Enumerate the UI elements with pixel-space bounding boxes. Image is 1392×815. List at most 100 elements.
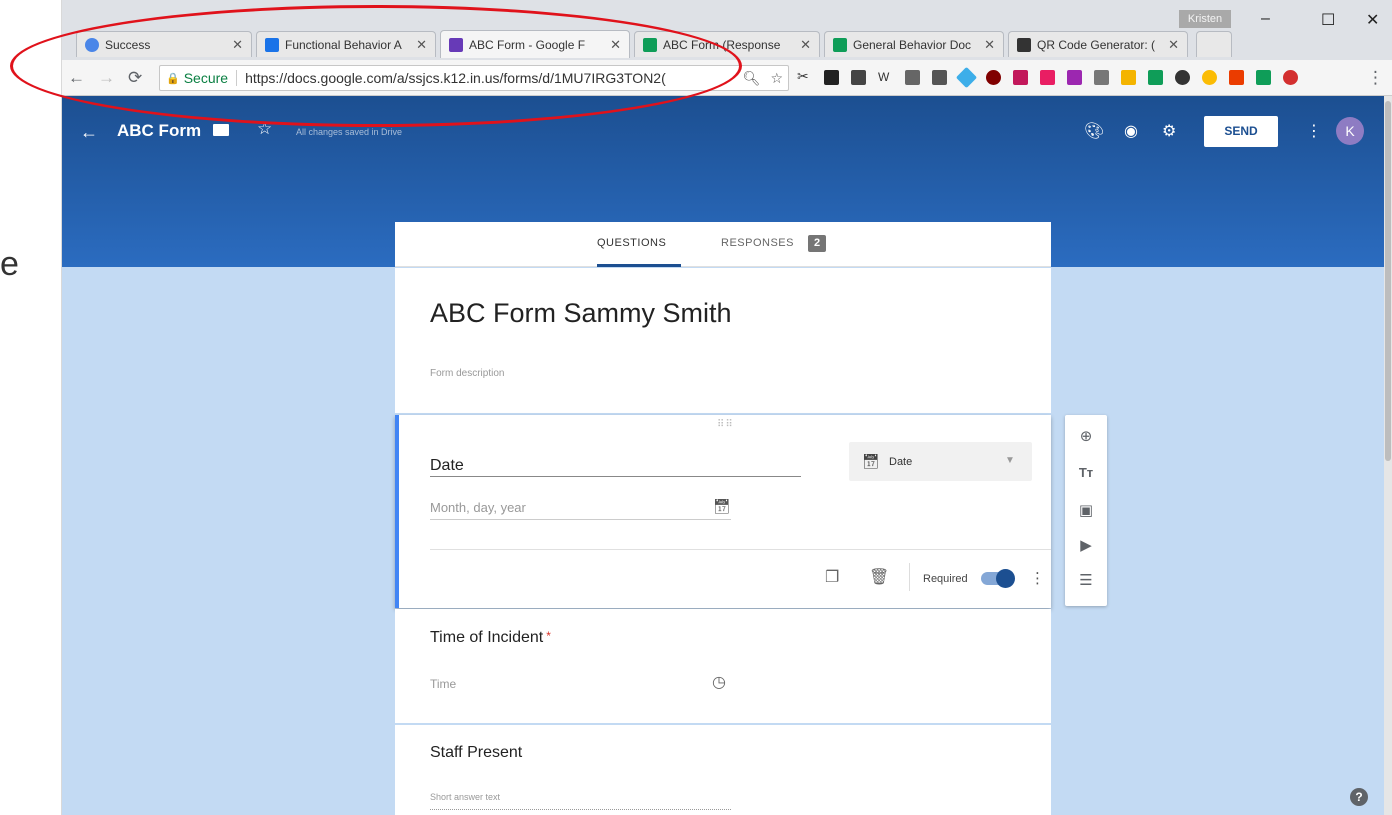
required-toggle-knob[interactable] (996, 569, 1015, 588)
question-type-select[interactable]: 📅︎ Date ▼ (849, 442, 1032, 481)
new-badge-icon[interactable] (824, 70, 839, 85)
close-tab-icon[interactable]: ✕ (610, 37, 621, 53)
footer-divider (909, 563, 910, 591)
folder-icon[interactable] (213, 124, 229, 136)
forward-icon[interactable]: → (98, 68, 115, 88)
zoom-icon[interactable]: 🔍︎ (743, 70, 761, 87)
more-vert-icon[interactable]: ⋮ (1030, 569, 1045, 587)
add-title-icon[interactable]: Tт (1076, 465, 1096, 485)
film-icon[interactable] (851, 70, 866, 85)
close-tab-icon[interactable]: ✕ (800, 37, 811, 53)
tab-abc-form[interactable]: ABC Form - Google F ✕ (440, 30, 630, 58)
tab-qr-generator[interactable]: QR Code Generator: ( ✕ (1008, 31, 1188, 57)
form-title[interactable]: ABC Form Sammy Smith (430, 298, 732, 329)
add-question-icon[interactable]: ⊕ (1076, 427, 1096, 447)
forms-favicon-icon (449, 37, 463, 52)
question-title[interactable]: Staff Present (430, 744, 522, 762)
save-status: All changes saved in Drive (296, 127, 403, 137)
form-cards: QUESTIONS RESPONSES 2 ABC Form Sammy Smi… (395, 222, 1051, 815)
settings-gear-icon[interactable]: ⚙ (1162, 121, 1176, 141)
close-tab-icon[interactable]: ✕ (416, 37, 427, 53)
question-card-time[interactable]: Time of Incident * Time ◷ (395, 609, 1051, 723)
add-video-icon[interactable]: ▶ (1076, 536, 1096, 556)
ring-icon[interactable] (1202, 70, 1217, 85)
date-input-underline (430, 519, 731, 520)
question-title[interactable]: Time of Incident * (430, 629, 551, 647)
calendar-icon: 📅︎ (713, 498, 731, 514)
form-name[interactable]: ABC Form (117, 121, 201, 141)
bookmark-star-icon[interactable]: ☆ (770, 70, 783, 87)
wikipedia-icon[interactable]: W (878, 70, 893, 85)
star-icon[interactable]: ☆ (257, 119, 272, 139)
question-title[interactable]: Date (430, 457, 464, 475)
photo-icon[interactable] (932, 70, 947, 85)
new-tab-button[interactable] (1196, 31, 1232, 57)
drag-handle-icon[interactable]: ⠿⠿ (717, 419, 734, 430)
office-icon[interactable] (1229, 70, 1244, 85)
stack-icon[interactable] (1256, 70, 1271, 85)
url-text[interactable]: https://docs.google.com/a/ssjcs.k12.in.u… (245, 70, 738, 86)
avatar[interactable]: K (1336, 117, 1364, 145)
trash-icon[interactable]: 🗑︎ (869, 567, 889, 587)
tab-title: QR Code Generator: ( (1037, 37, 1156, 52)
scissors-icon[interactable]: ✂ (797, 68, 812, 84)
shield-icon[interactable] (1013, 70, 1028, 85)
back-arrow-icon[interactable]: ← (80, 122, 98, 143)
card-divider (430, 549, 1051, 550)
question-card-staff[interactable]: Staff Present Short answer text (395, 725, 1051, 815)
tab-general-behavior[interactable]: General Behavior Doc ✕ (824, 31, 1004, 57)
secure-label: Secure (183, 70, 229, 86)
palette-ext-icon[interactable] (1283, 70, 1298, 85)
lock-icon: 🔒 (166, 72, 180, 85)
close-tab-icon[interactable]: ✕ (232, 37, 243, 53)
question-card-date[interactable]: ⠿⠿ Date 📅︎ Date ▼ Month, day, year 📅︎ ❐ … (395, 415, 1051, 608)
close-tab-icon[interactable]: ✕ (1168, 37, 1179, 53)
image-icon[interactable] (1148, 70, 1163, 85)
tab-strip: Success ✕ Functional Behavior A ✕ ABC Fo… (62, 0, 1392, 60)
close-tab-icon[interactable]: ✕ (984, 37, 995, 53)
link-icon[interactable] (1175, 70, 1190, 85)
puzzle-icon[interactable] (1067, 70, 1082, 85)
reload-icon[interactable]: ⟳ (128, 68, 142, 88)
preview-eye-icon[interactable]: ◉ (1124, 121, 1138, 141)
tab-abc-responses[interactable]: ABC Form (Response ✕ (634, 31, 820, 57)
docs-favicon-icon (265, 37, 279, 52)
tab-questions[interactable]: QUESTIONS (597, 237, 666, 249)
palette-icon[interactable]: 🎨︎ (1084, 121, 1104, 141)
tab-success[interactable]: Success ✕ (76, 31, 252, 57)
tab-functional-behavior[interactable]: Functional Behavior A ✕ (256, 31, 436, 57)
maximize-icon[interactable]: ☐ (1321, 10, 1335, 30)
success-favicon-icon (85, 37, 99, 52)
coin-icon[interactable] (1121, 70, 1136, 85)
send-button[interactable]: SEND (1204, 116, 1278, 147)
back-icon[interactable]: ← (68, 68, 85, 88)
date-input-placeholder: Month, day, year (430, 500, 526, 515)
profile-chip[interactable]: Kristen (1179, 10, 1231, 28)
required-asterisk: * (546, 629, 551, 643)
page-scrollbar[interactable] (1384, 96, 1392, 815)
required-label: Required (923, 573, 968, 585)
add-item-toolbar: ⊕ Tт ▣ ▶ ☰ (1065, 415, 1107, 606)
duplicate-icon[interactable]: ❐ (825, 567, 839, 587)
scrollbar-thumb[interactable] (1385, 101, 1391, 461)
help-icon[interactable]: ? (1350, 788, 1368, 806)
minimize-icon[interactable]: – (1261, 10, 1270, 28)
tab-responses[interactable]: RESPONSES (721, 237, 794, 249)
ublock-icon[interactable] (986, 70, 1001, 85)
close-window-icon[interactable]: ✕ (1366, 10, 1379, 30)
add-image-icon[interactable]: ▣ (1076, 501, 1096, 521)
add-section-icon[interactable]: ☰ (1076, 571, 1096, 591)
form-description-field[interactable]: Form description (430, 368, 504, 379)
omnibox[interactable]: 🔒 Secure https://docs.google.com/a/ssjcs… (159, 65, 789, 91)
bulb-icon[interactable] (1094, 70, 1109, 85)
tab-title: General Behavior Doc (853, 37, 972, 52)
screenshot-root: e Success ✕ Functional Behavior A ✕ ABC … (0, 0, 1392, 815)
omnibox-divider (236, 70, 238, 86)
cz-icon[interactable] (1040, 70, 1055, 85)
time-input-placeholder: Time (430, 677, 457, 691)
more-options-icon[interactable]: ⋮ (1306, 121, 1322, 141)
diamond-icon[interactable] (955, 66, 978, 89)
browser-menu-icon[interactable]: ⋮ (1367, 68, 1384, 88)
qr-favicon-icon (1017, 37, 1031, 52)
bird-icon[interactable] (905, 70, 920, 85)
